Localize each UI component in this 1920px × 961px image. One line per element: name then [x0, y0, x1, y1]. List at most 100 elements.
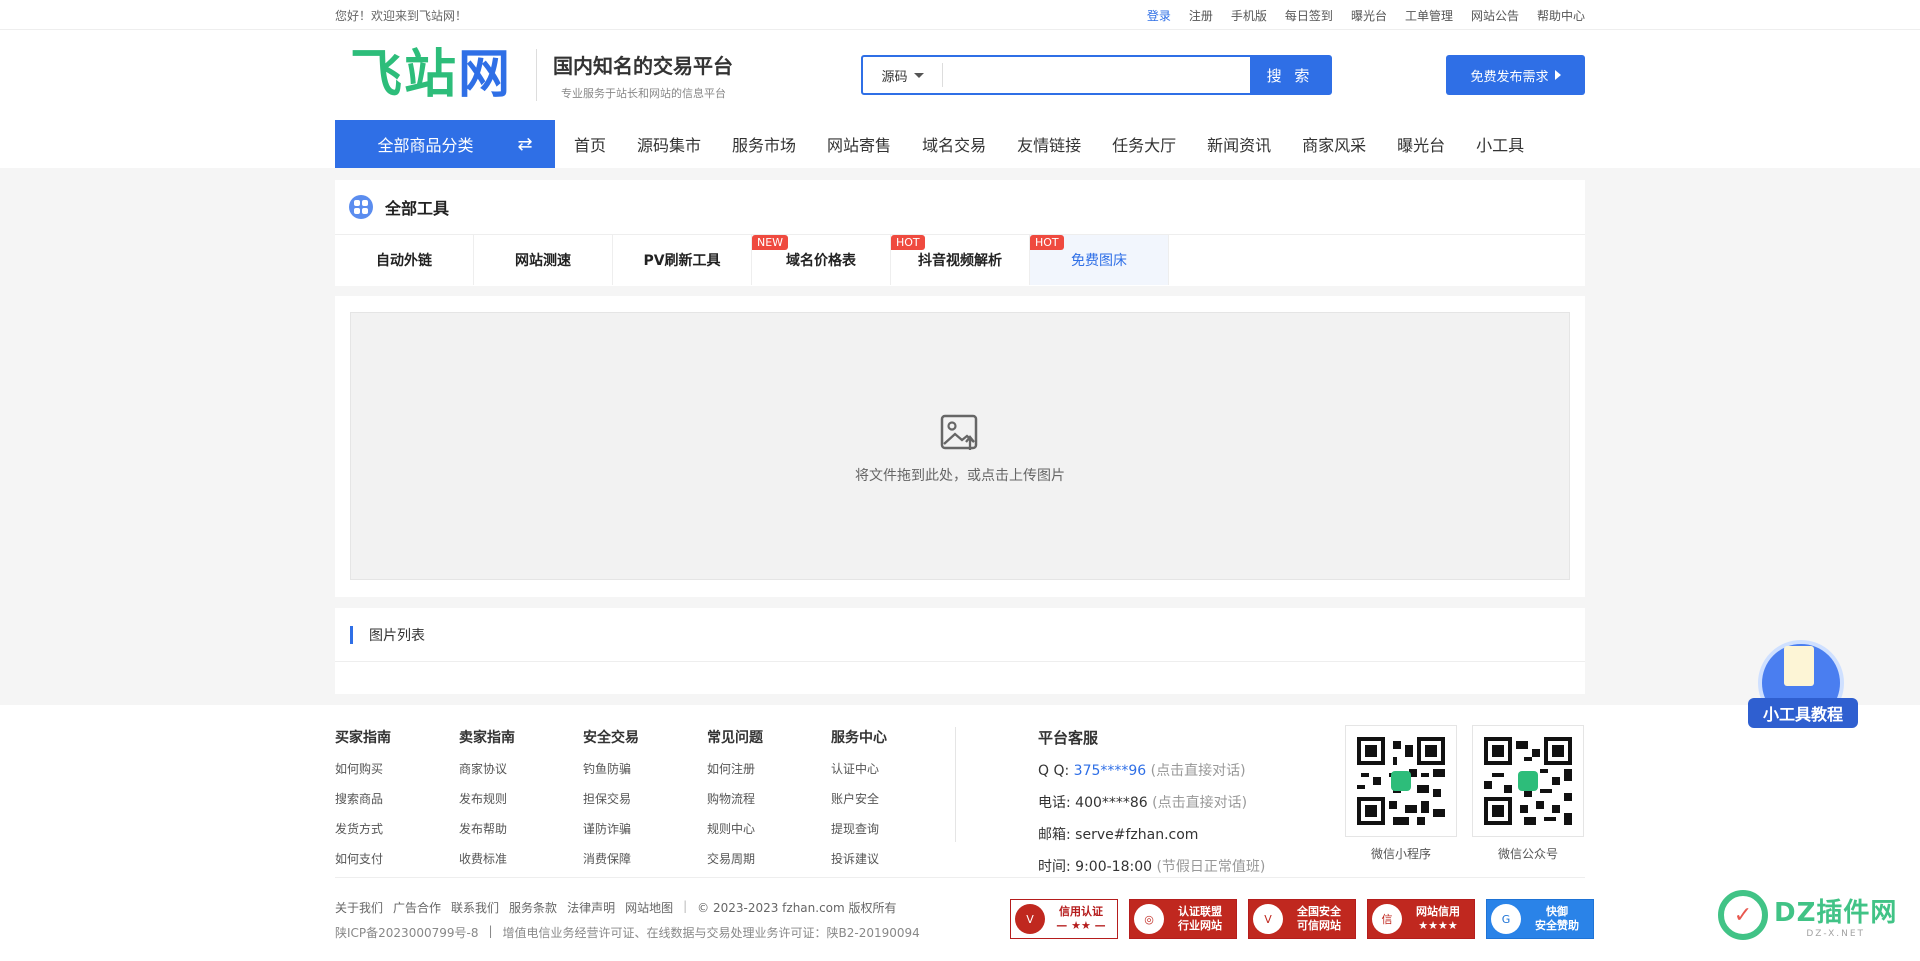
- cert-kuaiyu[interactable]: G 快御 安全赞助: [1486, 899, 1594, 939]
- ads-link[interactable]: 广告合作: [393, 899, 441, 916]
- footer-link[interactable]: 商家协议: [459, 760, 583, 777]
- footer-link[interactable]: 发货方式: [335, 820, 459, 837]
- footer-col-buyer: 买家指南 如何购买 搜索商品 发货方式 如何支付: [335, 727, 459, 880]
- search-input[interactable]: [943, 57, 1250, 93]
- footer-link[interactable]: 消费保障: [583, 850, 707, 867]
- tab-free-image-host[interactable]: HOT 免费图床: [1030, 235, 1169, 285]
- tab-auto-backlink[interactable]: 自动外链: [335, 235, 474, 285]
- all-categories-button[interactable]: 全部商品分类 ⇄: [335, 120, 555, 168]
- sitemap-link[interactable]: 网站地图: [625, 899, 673, 916]
- cert-site-credit[interactable]: 信 网站信用 ★★★★: [1367, 899, 1475, 939]
- image-upload-icon: [940, 414, 978, 450]
- footer-link[interactable]: 谨防诈骗: [583, 820, 707, 837]
- top-bar: 您好！欢迎来到飞站网！ 登录 注册 手机版 每日签到 曝光台 工单管理 网站公告…: [0, 0, 1920, 30]
- image-list-section: 图片列表: [335, 608, 1585, 694]
- site-logo[interactable]: 飞站网 国内知名的交易平台 专业服务于站长和网站的信息平台: [350, 45, 733, 105]
- footer-link[interactable]: 提现查询: [831, 820, 955, 837]
- footer-link[interactable]: 钓鱼防骗: [583, 760, 707, 777]
- qq-link[interactable]: 375****96: [1074, 763, 1147, 779]
- search-type-select[interactable]: 源码: [863, 63, 943, 87]
- upload-dropzone[interactable]: 将文件拖到此处，或点击上传图片: [350, 312, 1570, 580]
- cert-credit[interactable]: V 信用认证 — ★★ —: [1010, 899, 1118, 939]
- nav-item-news[interactable]: 新闻资讯: [1207, 132, 1271, 156]
- top-links: 登录 注册 手机版 每日签到 曝光台 工单管理 网站公告 帮助中心: [1147, 7, 1585, 24]
- footer-link[interactable]: 交易周期: [707, 850, 831, 867]
- mobile-link[interactable]: 手机版: [1231, 7, 1267, 24]
- footer-link[interactable]: 发布规则: [459, 790, 583, 807]
- cert-alliance[interactable]: ◎ 认证联盟 行业网站: [1129, 899, 1237, 939]
- daily-checkin-link[interactable]: 每日签到: [1285, 7, 1333, 24]
- slogan: 国内知名的交易平台 专业服务于站长和网站的信息平台: [553, 50, 733, 101]
- icp-link[interactable]: 陕ICP备2023000799号-8: [335, 924, 478, 941]
- footer-link[interactable]: 规则中心: [707, 820, 831, 837]
- announcement-link[interactable]: 网站公告: [1471, 7, 1519, 24]
- about-link[interactable]: 关于我们: [335, 899, 383, 916]
- cert-badges: V 信用认证 — ★★ — ◎ 认证联盟 行业网站 V 全国安全 可信网站 信 网站信…: [1010, 899, 1594, 939]
- contact-link[interactable]: 联系我们: [451, 899, 499, 916]
- check-icon: ✓: [1718, 890, 1768, 940]
- tab-pv-refresh[interactable]: PV刷新工具: [613, 235, 752, 285]
- seal-icon: 信: [1372, 904, 1402, 934]
- nav-item-exposure[interactable]: 曝光台: [1397, 132, 1445, 156]
- nav-item-home[interactable]: 首页: [574, 132, 606, 156]
- footer-divider: [955, 727, 956, 842]
- footer-link[interactable]: 搜索商品: [335, 790, 459, 807]
- login-link[interactable]: 登录: [1147, 7, 1171, 24]
- nav-item-merchants[interactable]: 商家风采: [1302, 132, 1366, 156]
- image-list-header: 图片列表: [335, 608, 1585, 662]
- new-badge: NEW: [752, 235, 789, 250]
- footer-link[interactable]: 账户安全: [831, 790, 955, 807]
- terms-link[interactable]: 服务条款: [509, 899, 557, 916]
- grid-icon: [349, 195, 373, 219]
- footer-bottom-links: 关于我们 广告合作 联系我们 服务条款 法律声明 网站地图 | © 2023-2…: [335, 899, 897, 916]
- tool-tabs: 自动外链 网站测速 PV刷新工具 NEW 域名价格表 HOT 抖音视频解析 HO…: [335, 235, 1585, 285]
- copyright: © 2023-2023 fzhan.com 版权所有: [697, 901, 897, 915]
- ticket-link[interactable]: 工单管理: [1405, 7, 1453, 24]
- footer-link[interactable]: 如何注册: [707, 760, 831, 777]
- phone-value[interactable]: 400****86: [1075, 795, 1148, 811]
- publish-request-button[interactable]: 免费发布需求: [1446, 55, 1585, 95]
- hours-value: 9:00-18:00: [1075, 859, 1153, 875]
- register-link[interactable]: 注册: [1189, 7, 1213, 24]
- nav-item-tools[interactable]: 小工具: [1476, 132, 1524, 156]
- tab-douyin-parse[interactable]: HOT 抖音视频解析: [891, 235, 1030, 285]
- nav-item-friend-links[interactable]: 友情链接: [1017, 132, 1081, 156]
- nav-item-domain[interactable]: 域名交易: [922, 132, 986, 156]
- tab-site-speed[interactable]: 网站测速: [474, 235, 613, 285]
- qr-miniprogram: 微信小程序: [1345, 725, 1457, 862]
- tool-tutorial-float[interactable]: 小工具教程: [1748, 630, 1858, 740]
- qr-code-icon: [1472, 725, 1584, 837]
- slogan-title: 国内知名的交易平台: [553, 53, 734, 78]
- footer-col-faq: 常见问题 如何注册 购物流程 规则中心 交易周期: [707, 727, 831, 880]
- tools-panel: 全部工具 自动外链 网站测速 PV刷新工具 NEW 域名价格表 HOT 抖音视频…: [335, 180, 1585, 286]
- qr-official-account: 微信公众号: [1472, 725, 1584, 862]
- watermark: ✓ DZ插件网 DZ-X.NET: [1718, 890, 1897, 940]
- tab-domain-price[interactable]: NEW 域名价格表: [752, 235, 891, 285]
- cert-security[interactable]: V 全国安全 可信网站: [1248, 899, 1356, 939]
- help-center-link[interactable]: 帮助中心: [1537, 7, 1585, 24]
- welcome-text: 您好！欢迎来到飞站网！: [335, 8, 468, 23]
- accent-bar: [350, 625, 353, 644]
- footer-link[interactable]: 担保交易: [583, 790, 707, 807]
- footer: 买家指南 如何购买 搜索商品 发货方式 如何支付 卖家指南 商家协议 发布规则 …: [0, 705, 1920, 961]
- footer-col-service: 服务中心 认证中心 账户安全 提现查询 投诉建议: [831, 727, 955, 880]
- tutorial-label: 小工具教程: [1748, 698, 1858, 728]
- nav-item-site-consign[interactable]: 网站寄售: [827, 132, 891, 156]
- seal-icon: V: [1015, 904, 1045, 934]
- search-button[interactable]: 搜 索: [1250, 57, 1330, 93]
- footer-link[interactable]: 购物流程: [707, 790, 831, 807]
- hot-badge: HOT: [891, 235, 925, 250]
- footer-link[interactable]: 如何购买: [335, 760, 459, 777]
- logo-mark: 飞站网: [350, 45, 513, 105]
- footer-link[interactable]: 收费标准: [459, 850, 583, 867]
- footer-link[interactable]: 认证中心: [831, 760, 955, 777]
- footer-link[interactable]: 如何支付: [335, 850, 459, 867]
- legal-link[interactable]: 法律声明: [567, 899, 615, 916]
- nav-item-services[interactable]: 服务市场: [732, 132, 796, 156]
- footer-link[interactable]: 发布帮助: [459, 820, 583, 837]
- nav-item-source[interactable]: 源码集市: [637, 132, 701, 156]
- exposure-link[interactable]: 曝光台: [1351, 7, 1387, 24]
- footer-col-security: 安全交易 钓鱼防骗 担保交易 谨防诈骗 消费保障: [583, 727, 707, 880]
- footer-link[interactable]: 投诉建议: [831, 850, 955, 867]
- nav-item-tasks[interactable]: 任务大厅: [1112, 132, 1176, 156]
